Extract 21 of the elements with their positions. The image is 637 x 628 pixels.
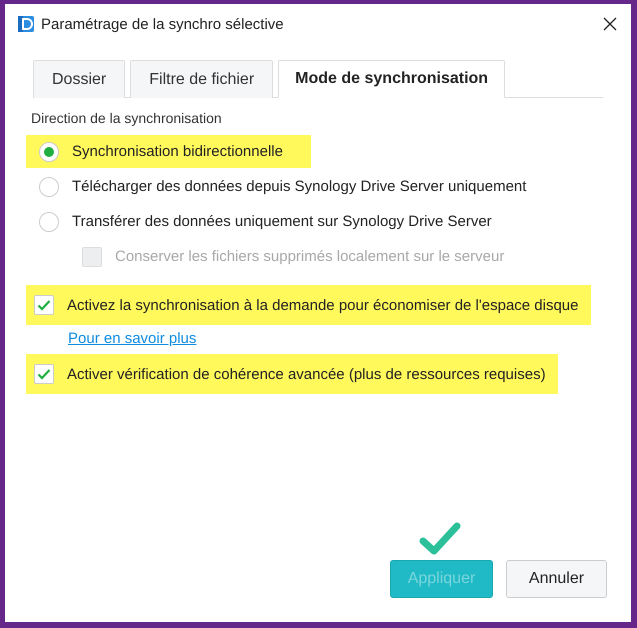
window-title: Paramétrage de la synchro sélective [41, 16, 285, 32]
cancel-button[interactable]: Annuler [506, 560, 607, 598]
option-label: Synchronisation bidirectionnelle [72, 143, 283, 160]
radio-button[interactable] [39, 142, 59, 162]
checkbox[interactable] [34, 295, 54, 315]
option-label: Activer vérification de cohérence avancée (plus de ressources requises) [67, 366, 546, 382]
radio-button[interactable] [39, 176, 59, 196]
close-icon[interactable] [603, 17, 617, 31]
option-label: Transférer des données uniquement sur Synology Drive Server [72, 213, 492, 230]
tab[interactable]: Mode de synchronisation [278, 60, 506, 98]
learn-more-link[interactable]: Pour en savoir plus [68, 330, 196, 347]
app-icon [17, 15, 35, 33]
tab[interactable]: Dossier [33, 60, 126, 98]
checkbox[interactable] [34, 364, 54, 384]
option-label: Conserver les fichiers supprimés localement sur le serveur [115, 248, 504, 265]
section-label: Direction de la synchronisation [31, 110, 222, 126]
radio-button[interactable] [39, 212, 59, 232]
option-label: Activez la synchronisation à la demande pour économiser de l'espace disque [67, 296, 578, 314]
tab[interactable]: Filtre de fichier [130, 60, 274, 98]
checkmark-icon [419, 522, 461, 556]
option-label: Télécharger des données depuis Synology Drive Server uniquement [72, 178, 526, 195]
